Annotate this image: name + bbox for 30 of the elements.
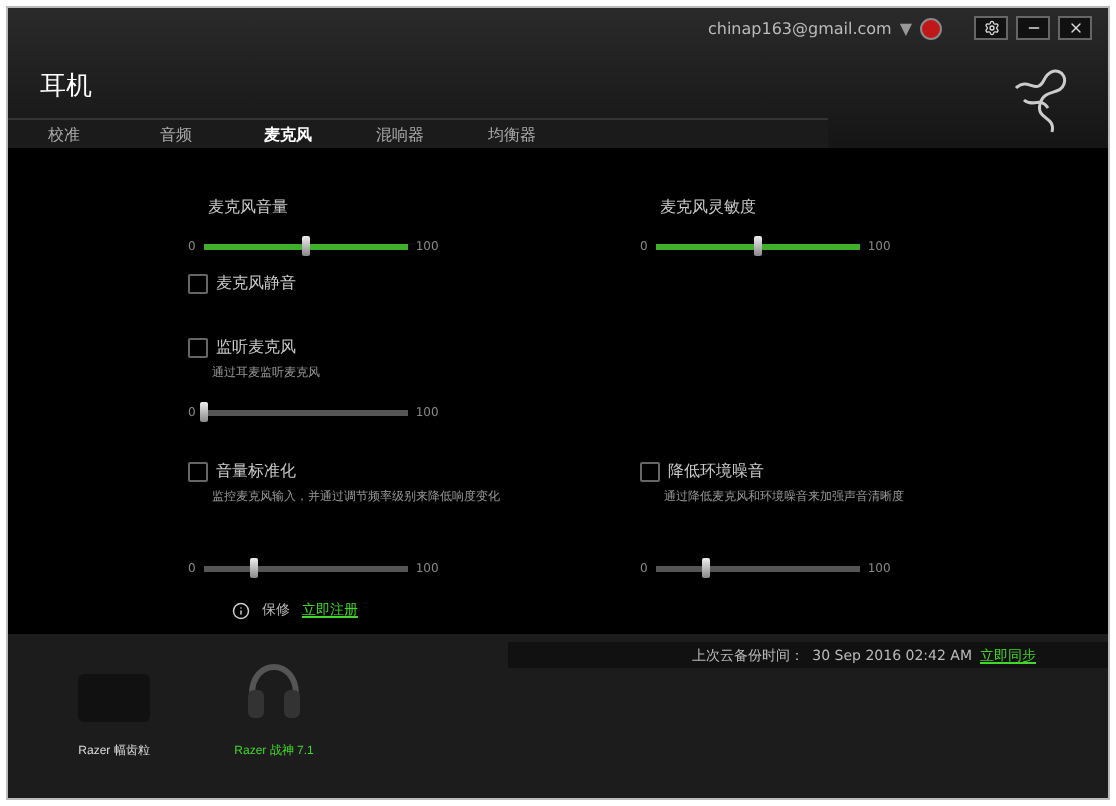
tab[interactable]: 音频 (120, 123, 232, 145)
settings-button[interactable] (974, 16, 1008, 40)
minimize-button[interactable] (1016, 16, 1050, 40)
slider-thumb[interactable] (301, 236, 310, 256)
settings-icon (983, 20, 999, 36)
checkbox[interactable] (188, 337, 208, 357)
account-dropdown[interactable]: ▼ (899, 19, 912, 37)
window-title: 耳机 (40, 70, 92, 106)
tab[interactable]: 均衡器 (456, 123, 568, 145)
status-dot-icon (920, 17, 942, 39)
account-email[interactable]: chinap163@gmail.com (707, 19, 892, 37)
checkbox[interactable] (188, 273, 208, 293)
slider-thumb[interactable] (199, 402, 208, 422)
slider-thumb[interactable] (250, 558, 259, 578)
close-button[interactable] (1058, 16, 1092, 40)
slider-label: 麦克风灵敏度 (660, 196, 758, 218)
info-icon (232, 601, 250, 619)
slider-thumb[interactable] (753, 236, 762, 256)
tab[interactable]: 麦克风 (232, 123, 344, 145)
checkbox-label: 麦克风静音 (216, 272, 296, 294)
checkbox-label: 监听麦克风 (216, 336, 296, 358)
tab[interactable]: 混响器 (344, 123, 456, 145)
checkbox-label: 降低环境噪音 (668, 460, 764, 482)
slider-label: 麦克风音量 (208, 196, 290, 218)
checkbox-label: 音量标准化 (216, 460, 296, 482)
checkbox[interactable] (188, 461, 208, 481)
slider-thumb[interactable] (702, 558, 711, 578)
tab[interactable]: 校准 (8, 123, 120, 145)
close-icon (1067, 20, 1083, 36)
checkbox[interactable] (640, 461, 660, 481)
